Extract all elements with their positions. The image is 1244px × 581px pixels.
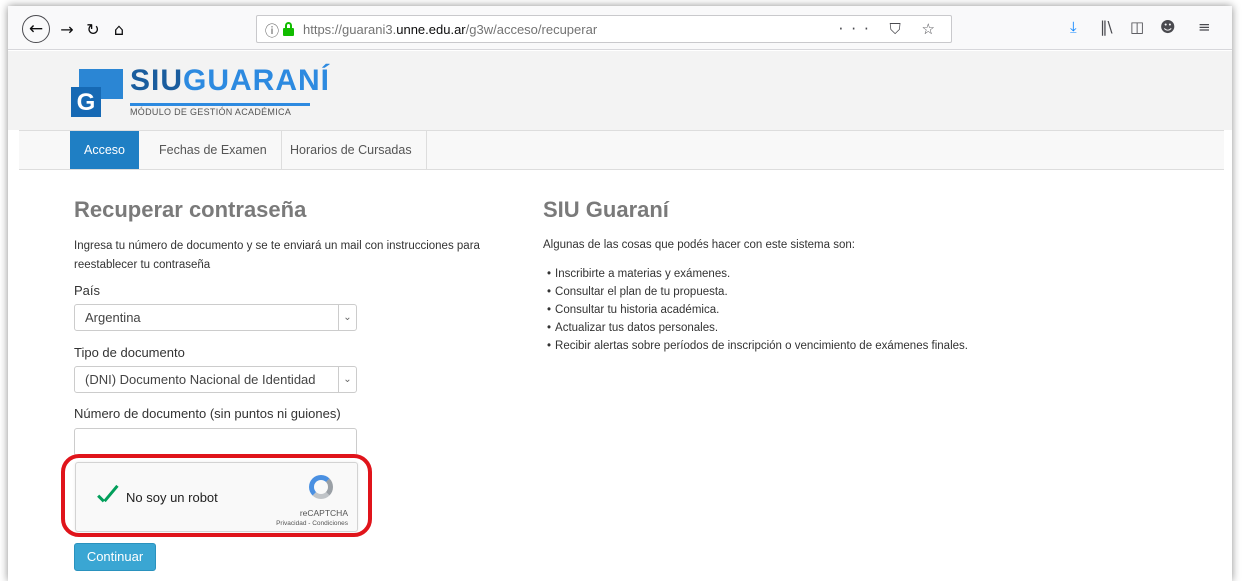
- list-item: Consultar el plan de tu propuesta.: [543, 283, 968, 301]
- library-icon[interactable]: ‖\: [1100, 18, 1113, 36]
- sidebar-icon[interactable]: ◫: [1130, 18, 1144, 36]
- nav-item-fechas-examen[interactable]: Fechas de Examen: [145, 131, 282, 169]
- info-list: Inscribirte a materias y exámenes. Consu…: [543, 265, 968, 355]
- country-select[interactable]: Argentina ⌄: [74, 304, 357, 331]
- doc-type-label: Tipo de documento: [74, 345, 185, 360]
- captcha-label: No soy un robot: [126, 490, 218, 505]
- download-icon[interactable]: ⤓: [1070, 18, 1077, 36]
- home-icon[interactable]: ⌂: [108, 18, 130, 40]
- logo-title: SIUGUARANÍ: [130, 64, 331, 97]
- info-intro: Algunas de las cosas que podés hacer con…: [543, 239, 855, 251]
- dropdown-arrow-icon: ⌄: [338, 367, 356, 392]
- forward-icon[interactable]: →: [56, 18, 78, 40]
- list-item: Consultar tu historia académica.: [543, 301, 968, 319]
- list-item: Recibir alertas sobre períodos de inscri…: [543, 337, 968, 355]
- dropdown-arrow-icon: ⌄: [338, 305, 356, 330]
- page-title: Recuperar contraseña: [74, 197, 307, 222]
- list-item: Inscribirte a materias y exámenes.: [543, 265, 968, 283]
- url-text[interactable]: https://guarani3.unne.edu.ar/g3w/acceso/…: [303, 22, 597, 37]
- instructions-text: Ingresa tu número de documento y se te e…: [74, 240, 480, 271]
- siu-guarani-logo-icon: G: [71, 69, 123, 117]
- nav-item-acceso[interactable]: Acceso: [70, 131, 139, 169]
- logo-underline: [130, 103, 310, 106]
- continue-button[interactable]: Continuar: [74, 543, 156, 571]
- back-icon[interactable]: ←: [22, 15, 50, 43]
- doc-number-input[interactable]: [74, 428, 357, 456]
- info-title: SIU Guaraní: [543, 197, 669, 222]
- logo-letter: G: [71, 87, 101, 117]
- captcha-links[interactable]: Privacidad - Condiciones: [276, 520, 348, 527]
- logo-subtitle: MÓDULO DE GESTIÓN ACADÉMICA: [130, 107, 292, 117]
- browser-toolbar: ← → ↻ ⌂ ⓘ https://guarani3.unne.edu.ar/g…: [8, 6, 1232, 50]
- info-icon[interactable]: ⓘ: [265, 21, 279, 41]
- country-value: Argentina: [85, 310, 141, 325]
- lock-icon: [283, 22, 294, 36]
- reload-icon[interactable]: ↻: [82, 18, 104, 40]
- account-icon[interactable]: ☻: [1160, 18, 1176, 36]
- checkmark-icon[interactable]: [92, 483, 118, 509]
- menu-icon[interactable]: ≡: [1198, 18, 1211, 36]
- site-header: G SIUGUARANÍ MÓDULO DE GESTIÓN ACADÉMICA: [8, 51, 1232, 130]
- main-nav: Acceso Fechas de Examen Horarios de Curs…: [19, 130, 1224, 170]
- browser-window: ← → ↻ ⌂ ⓘ https://guarani3.unne.edu.ar/g…: [8, 6, 1232, 581]
- captcha-brand: reCAPTCHA: [299, 508, 348, 518]
- list-item: Actualizar tus datos personales.: [543, 319, 968, 337]
- doc-type-select[interactable]: (DNI) Documento Nacional de Identidad ⌄: [74, 366, 357, 393]
- url-bar[interactable]: ⓘ https://guarani3.unne.edu.ar/g3w/acces…: [256, 15, 952, 43]
- nav-item-horarios-cursadas[interactable]: Horarios de Cursadas: [276, 131, 427, 169]
- recaptcha-icon: [305, 473, 337, 501]
- recaptcha-widget[interactable]: No soy un robot reCAPTCHA Privacidad - C…: [75, 462, 358, 532]
- country-label: País: [74, 283, 101, 298]
- doc-type-value: (DNI) Documento Nacional de Identidad: [85, 372, 316, 387]
- page-content: G SIUGUARANÍ MÓDULO DE GESTIÓN ACADÉMICA…: [8, 51, 1232, 581]
- page-actions-icons[interactable]: ··· ⛉ ☆: [838, 20, 943, 38]
- doc-number-label: Número de documento (sin puntos ni guion…: [74, 406, 341, 421]
